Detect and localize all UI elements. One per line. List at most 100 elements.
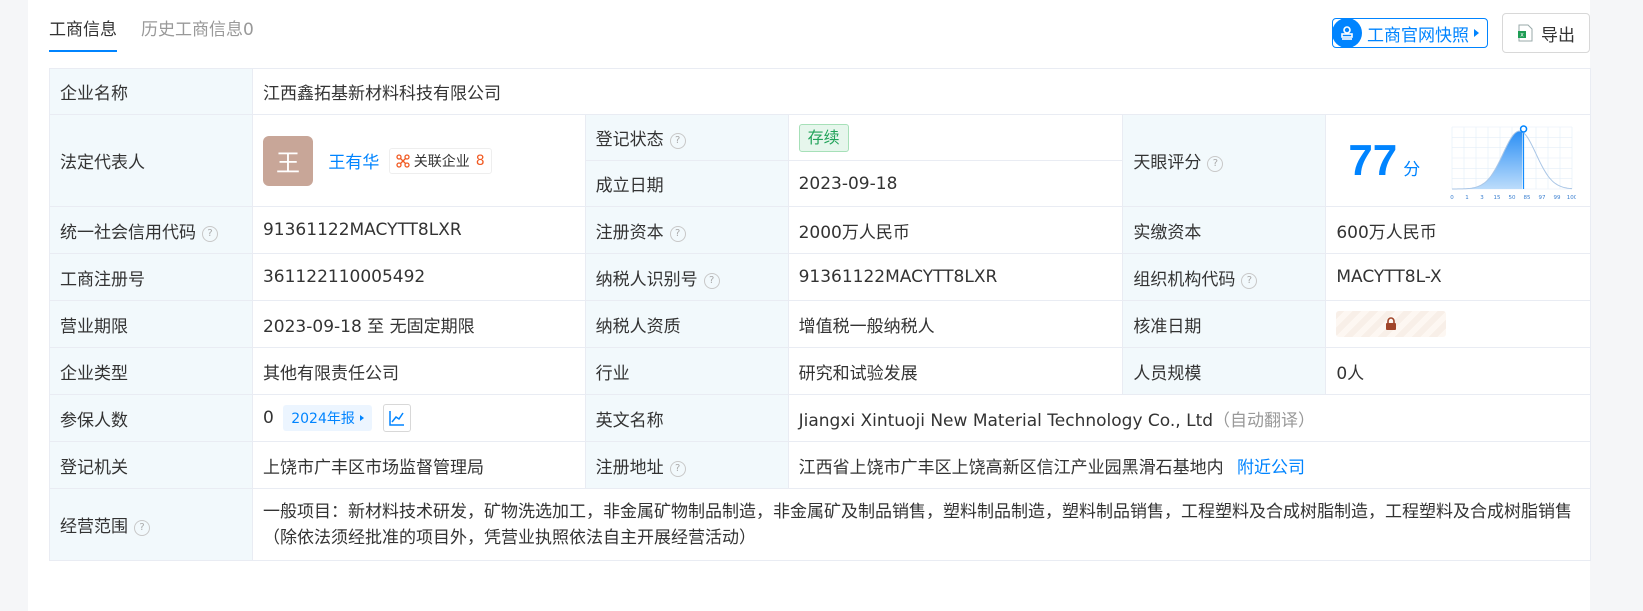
term-label: 营业期限	[49, 300, 253, 348]
staff-size-label: 人员规模	[1122, 347, 1327, 395]
table-row: 经营范围? 一般项目：新材料技术研发，矿物洗选加工，非金属矿物制品制造，非金属矿…	[49, 488, 1592, 561]
x-tick-label: 3	[1480, 195, 1484, 201]
official-snapshot-button[interactable]: 工商官网快照	[1332, 18, 1488, 48]
company-info-card: 工商信息 历史工商信息0 工商官网快照 x 导出 企业名称 江西鑫拓基新材料科技…	[28, 0, 1592, 611]
taxpayer-id-label-cell: 纳税人识别号?	[584, 253, 789, 301]
taxpayer-id-value: 91361122MACYTT8LXR	[787, 253, 1124, 301]
reg-address-value: 江西省上饶市广丰区上饶高新区信江产业园黑滑石基地内	[798, 457, 1224, 478]
scope-value: 一般项目：新材料技术研发，矿物洗选加工，非金属矿物制品制造，非金属矿及制品销售，…	[251, 488, 1592, 561]
taxpayer-qual-label: 纳税人资质	[584, 300, 789, 348]
reg-authority-value: 上饶市广丰区市场监督管理局	[251, 441, 586, 489]
tianyan-score-cell[interactable]: 77分 0 1 3 15 50 85 97 99 100	[1325, 114, 1591, 207]
x-tick-label: 50	[1509, 195, 1516, 201]
score-distribution-chart: 0 1 3 15 50 85 97 99 100	[1450, 124, 1576, 201]
x-tick-label: 15	[1494, 195, 1501, 201]
reg-address-cell: 江西省上饶市广丰区上饶高新区信江产业园黑滑石基地内 附近公司	[787, 441, 1592, 489]
tab-business-info[interactable]: 工商信息	[49, 0, 117, 52]
business-info-table: 企业名称 江西鑫拓基新材料科技有限公司 法定代表人 王 王有华 关联企业 8 登…	[49, 68, 1592, 561]
score-value: 77	[1348, 135, 1398, 185]
industry-value: 研究和试验发展	[787, 347, 1124, 395]
reg-no-value: 361122110005492	[251, 253, 586, 301]
insured-value: 0	[262, 408, 274, 428]
tab-bar: 工商信息 历史工商信息0	[49, 0, 278, 52]
nearby-companies-link[interactable]: 附近公司	[1237, 458, 1305, 478]
table-row: 营业期限 2023-09-18 至 无固定期限 纳税人资质 增值税一般纳税人 核…	[49, 300, 1591, 348]
table-row: 参保人数 0 2024年报 英文名称 Jiangxi Xintuoji New …	[49, 394, 1592, 442]
reg-capital-label: 注册资本	[595, 222, 664, 243]
header-actions: 工商官网快照 x 导出	[1332, 13, 1590, 53]
status-badge: 存续	[798, 123, 849, 152]
trend-button[interactable]	[383, 404, 412, 432]
related-companies-count: 8	[475, 152, 485, 169]
industry-label: 行业	[584, 347, 789, 395]
taxpayer-qual-value: 增值税一般纳税人	[787, 300, 1124, 348]
company-name-value: 江西鑫拓基新材料科技有限公司	[251, 68, 1592, 115]
lock-icon	[1386, 317, 1397, 330]
table-row: 企业名称 江西鑫拓基新材料科技有限公司	[49, 68, 1592, 115]
credit-code-label-cell: 统一社会信用代码?	[49, 206, 253, 254]
insured-label: 参保人数	[49, 394, 253, 442]
credit-code-value: 91361122MACYTT8LXR	[251, 206, 586, 254]
legal-rep-name-link[interactable]: 王有华	[328, 153, 379, 173]
locked-value[interactable]	[1336, 311, 1447, 337]
credit-code-label: 统一社会信用代码	[60, 222, 196, 243]
insured-cell: 0 2024年报	[251, 394, 586, 442]
table-row: 统一社会信用代码? 91361122MACYTT8LXR 注册资本? 2000万…	[49, 206, 1591, 254]
company-name-label: 企业名称	[49, 68, 253, 115]
help-icon[interactable]: ?	[703, 272, 720, 289]
approval-date-cell	[1325, 300, 1591, 348]
x-tick-label: 99	[1554, 195, 1561, 201]
reg-address-label-cell: 注册地址?	[584, 441, 789, 489]
annual-report-label: 2024年报	[291, 411, 355, 427]
reg-status-cell: 存续	[787, 114, 1124, 161]
scope-label-cell: 经营范围?	[49, 488, 253, 561]
tianyan-score-label-cell: 天眼评分?	[1122, 114, 1327, 207]
tianyan-score-label: 天眼评分	[1133, 153, 1202, 173]
caret-right-icon	[1474, 29, 1479, 37]
export-button[interactable]: x 导出	[1502, 13, 1590, 53]
approval-date-label: 核准日期	[1122, 300, 1327, 348]
staff-size-value: 0人	[1325, 347, 1591, 395]
excel-icon: x	[1518, 24, 1533, 42]
auto-translate-note: （自动翻译）	[1213, 410, 1316, 431]
help-icon[interactable]: ?	[134, 520, 150, 536]
org-code-label-cell: 组织机构代码?	[1122, 253, 1327, 301]
reg-address-label: 注册地址	[595, 457, 664, 478]
org-code-value: MACYTT8L-X	[1325, 253, 1591, 301]
reg-no-label: 工商注册号	[49, 253, 253, 301]
x-tick-label: 100	[1567, 195, 1576, 201]
reg-status-label: 登记状态	[595, 130, 664, 150]
table-row: 工商注册号 361122110005492 纳税人识别号? 91361122MA…	[49, 253, 1591, 301]
caret-right-icon	[359, 415, 364, 421]
x-tick-label: 0	[1450, 195, 1454, 201]
annual-report-tag[interactable]: 2024年报	[283, 405, 372, 431]
table-row: 法定代表人 王 王有华 关联企业 8 登记状态? 存续 天眼评分? 77 分 0…	[49, 114, 1591, 207]
stamp-icon	[1332, 18, 1362, 48]
reg-status-label-cell: 登记状态?	[584, 114, 789, 161]
x-tick-label: 97	[1539, 195, 1546, 201]
est-date-label: 成立日期	[584, 160, 789, 207]
paid-capital-value: 600万人民币	[1325, 206, 1591, 254]
network-icon	[396, 153, 410, 168]
svg-text:x: x	[1520, 32, 1524, 39]
help-icon[interactable]: ?	[202, 225, 218, 242]
help-icon[interactable]: ?	[669, 133, 686, 149]
help-icon[interactable]: ?	[1241, 272, 1258, 289]
export-label: 导出	[1541, 25, 1575, 46]
help-icon[interactable]: ?	[669, 225, 686, 242]
taxpayer-id-label: 纳税人识别号	[595, 269, 698, 290]
table-row: 企业类型 其他有限责任公司 行业 研究和试验发展 人员规模 0人	[49, 347, 1591, 395]
reg-capital-label-cell: 注册资本?	[584, 206, 789, 254]
table-row: 登记机关 上饶市广丰区市场监督管理局 注册地址? 江西省上饶市广丰区上饶高新区信…	[49, 441, 1592, 489]
help-icon[interactable]: ?	[669, 460, 686, 477]
tab-history-business-info[interactable]: 历史工商信息0	[141, 0, 254, 40]
x-tick-label: 85	[1524, 195, 1531, 201]
english-name-value: Jiangxi Xintuoji New Material Technology…	[798, 410, 1214, 431]
line-chart-icon	[389, 411, 405, 426]
related-companies-tag[interactable]: 关联企业 8	[388, 147, 492, 174]
avatar[interactable]: 王	[262, 135, 313, 186]
paid-capital-label: 实缴资本	[1122, 206, 1327, 254]
related-companies-label: 关联企业	[413, 153, 470, 170]
x-tick-label: 1	[1465, 195, 1469, 201]
help-icon[interactable]: ?	[1207, 156, 1224, 172]
